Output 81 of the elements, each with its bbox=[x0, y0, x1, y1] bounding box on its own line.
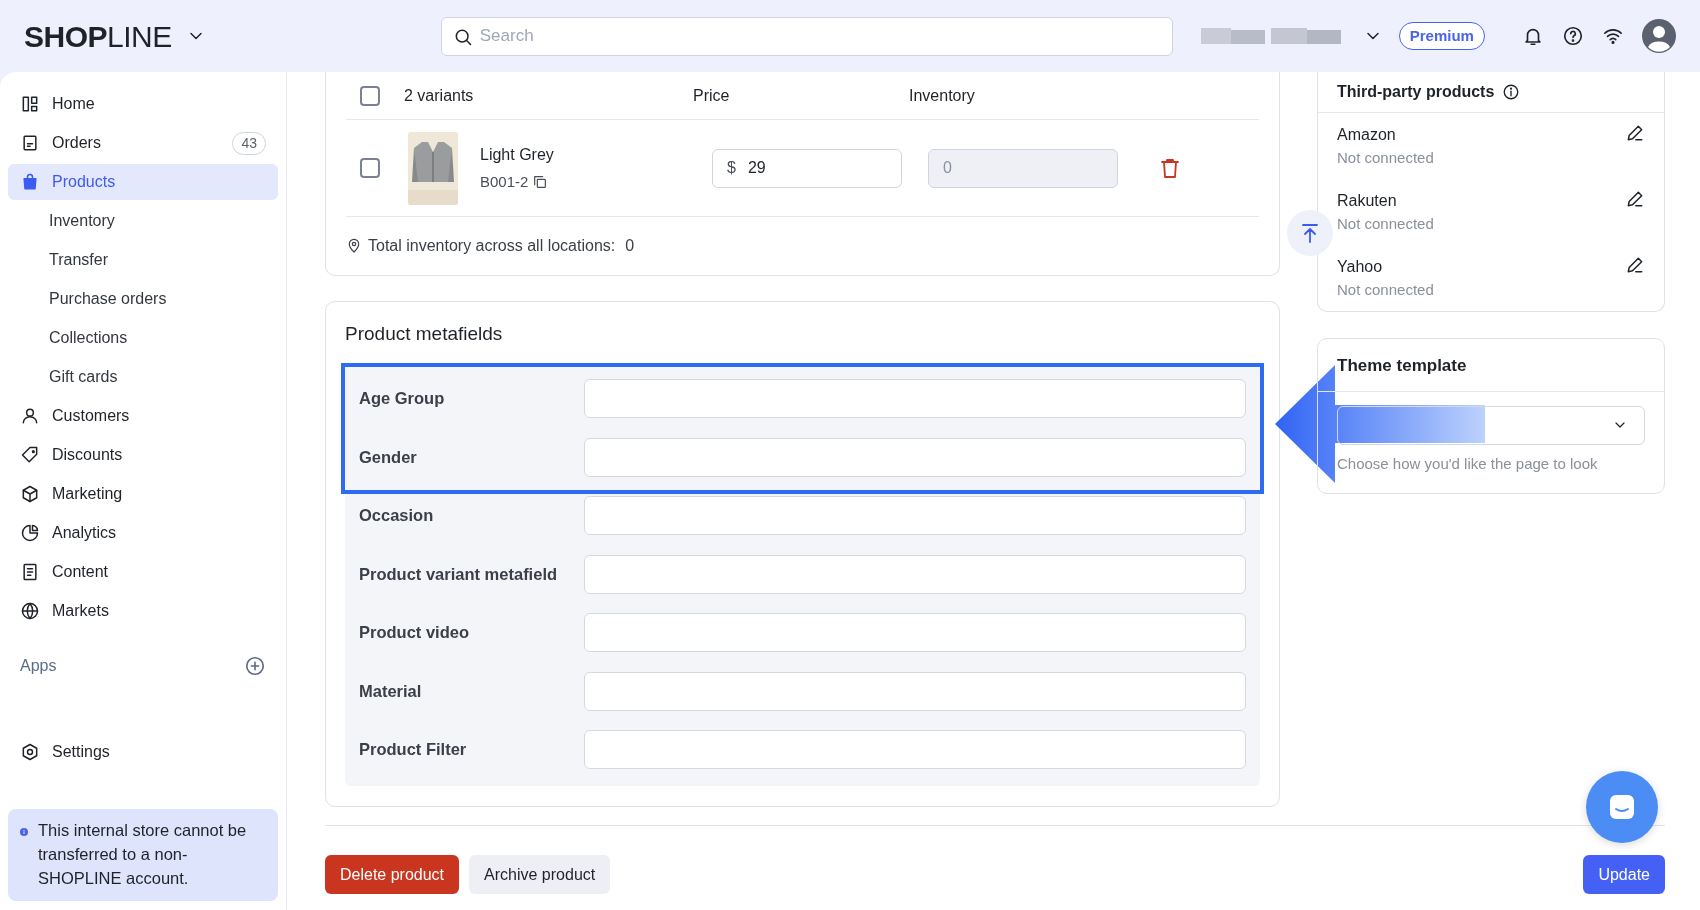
currency-symbol: $ bbox=[727, 158, 736, 178]
template-select[interactable] bbox=[1337, 405, 1645, 445]
nav-icon bbox=[20, 562, 40, 582]
sidebar-item[interactable]: Content bbox=[8, 554, 278, 590]
nav-icon bbox=[20, 523, 40, 543]
hexagon-icon bbox=[20, 742, 40, 762]
checkbox[interactable] bbox=[360, 158, 380, 178]
sidebar-item[interactable]: Customers bbox=[8, 398, 278, 434]
inventory-field: 0 bbox=[928, 148, 1118, 188]
shopline-logo[interactable]: SHOPLINE bbox=[24, 13, 172, 59]
sidebar-item[interactable]: Settings bbox=[8, 734, 278, 770]
field-label: Gender bbox=[359, 446, 418, 468]
sidebar-item[interactable]: Marketing bbox=[8, 476, 278, 512]
field-label: Product Filter bbox=[359, 739, 468, 761]
total-label: Total inventory across all locations: bbox=[368, 236, 616, 256]
pencil-icon[interactable] bbox=[1625, 189, 1645, 209]
text-field[interactable] bbox=[584, 554, 1246, 594]
total-value: 0 bbox=[625, 236, 635, 256]
info-icon bbox=[1502, 83, 1521, 101]
nav-icon bbox=[20, 94, 40, 114]
pencil-icon[interactable] bbox=[1625, 255, 1645, 275]
status-text: Not connected bbox=[1337, 148, 1434, 168]
location-pin-icon bbox=[346, 238, 362, 254]
search-field[interactable]: Search bbox=[440, 16, 1173, 56]
plan-badge: Premium bbox=[1398, 21, 1485, 51]
text-field[interactable] bbox=[584, 730, 1246, 770]
add-icon[interactable] bbox=[244, 655, 266, 677]
delete-button[interactable]: Delete product bbox=[325, 855, 460, 894]
help-text: Choose how you'd like the page to look bbox=[1336, 453, 1599, 474]
text-field[interactable] bbox=[584, 496, 1246, 536]
channel-name: Yahoo bbox=[1337, 257, 1384, 277]
field-label: Material bbox=[359, 680, 423, 702]
sidebar-item[interactable]: Discounts bbox=[8, 437, 278, 473]
sidebar-item[interactable]: Transfer bbox=[8, 242, 278, 278]
card-title: Product metafields bbox=[345, 322, 504, 346]
field-label: Product video bbox=[359, 622, 470, 644]
notice-text: This internal store cannot be transferred to a non-SHOPLINE account. bbox=[38, 820, 248, 890]
checkbox[interactable] bbox=[360, 85, 380, 106]
sidebar-item[interactable]: Products bbox=[8, 164, 278, 200]
nav-icon bbox=[20, 406, 40, 426]
field-label: Product variant metafield bbox=[359, 563, 559, 585]
channel-name: Amazon bbox=[1337, 125, 1397, 145]
nav-icon bbox=[20, 172, 40, 192]
text-field[interactable] bbox=[584, 379, 1246, 419]
nav-icon bbox=[20, 445, 40, 465]
sidebar-item[interactable]: Gift cards bbox=[8, 359, 278, 395]
channel-name: Rakuten bbox=[1337, 191, 1398, 211]
status-text: Not connected bbox=[1337, 214, 1434, 234]
card-title: Third-party products bbox=[1337, 82, 1495, 102]
column-header: Inventory bbox=[909, 85, 976, 106]
section-heading: Apps bbox=[20, 656, 57, 676]
field-label: Age Group bbox=[359, 388, 446, 410]
variant-name: Light Grey bbox=[480, 144, 555, 165]
archive-button[interactable]: Archive product bbox=[469, 855, 611, 894]
column-header: Price bbox=[693, 85, 731, 106]
field-label: Occasion bbox=[359, 505, 435, 527]
nav-icon bbox=[20, 601, 40, 621]
text-field[interactable] bbox=[584, 437, 1246, 477]
sidebar-item[interactable]: Inventory bbox=[8, 203, 278, 239]
nav-icon bbox=[20, 133, 40, 153]
chat-icon bbox=[1607, 792, 1637, 822]
sidebar-item[interactable]: Collections bbox=[8, 320, 278, 356]
pencil-icon[interactable] bbox=[1625, 123, 1645, 143]
help-icon[interactable] bbox=[1562, 25, 1584, 47]
sidebar-item[interactable]: Markets bbox=[8, 593, 278, 629]
price-value: 29 bbox=[747, 158, 766, 178]
text-field[interactable] bbox=[584, 613, 1246, 653]
sidebar-item[interactable]: Purchase orders bbox=[8, 281, 278, 317]
copy-icon[interactable] bbox=[532, 174, 549, 190]
sidebar-item[interactable]: Orders 43 bbox=[8, 125, 278, 161]
update-button[interactable]: Update bbox=[1583, 855, 1665, 894]
avatar-icon[interactable] bbox=[1642, 19, 1676, 53]
status-text: Not connected bbox=[1337, 280, 1434, 300]
trash-icon[interactable] bbox=[1158, 156, 1182, 180]
sidebar-item[interactable]: Analytics bbox=[8, 515, 278, 551]
text-field[interactable] bbox=[584, 671, 1246, 711]
price-field[interactable]: $ 29 bbox=[712, 148, 902, 188]
sku-text: B001-2 bbox=[480, 171, 529, 192]
nav-icon bbox=[20, 484, 40, 504]
sidebar-item[interactable]: Home bbox=[8, 86, 278, 122]
column-header: 2 variants bbox=[404, 85, 475, 106]
